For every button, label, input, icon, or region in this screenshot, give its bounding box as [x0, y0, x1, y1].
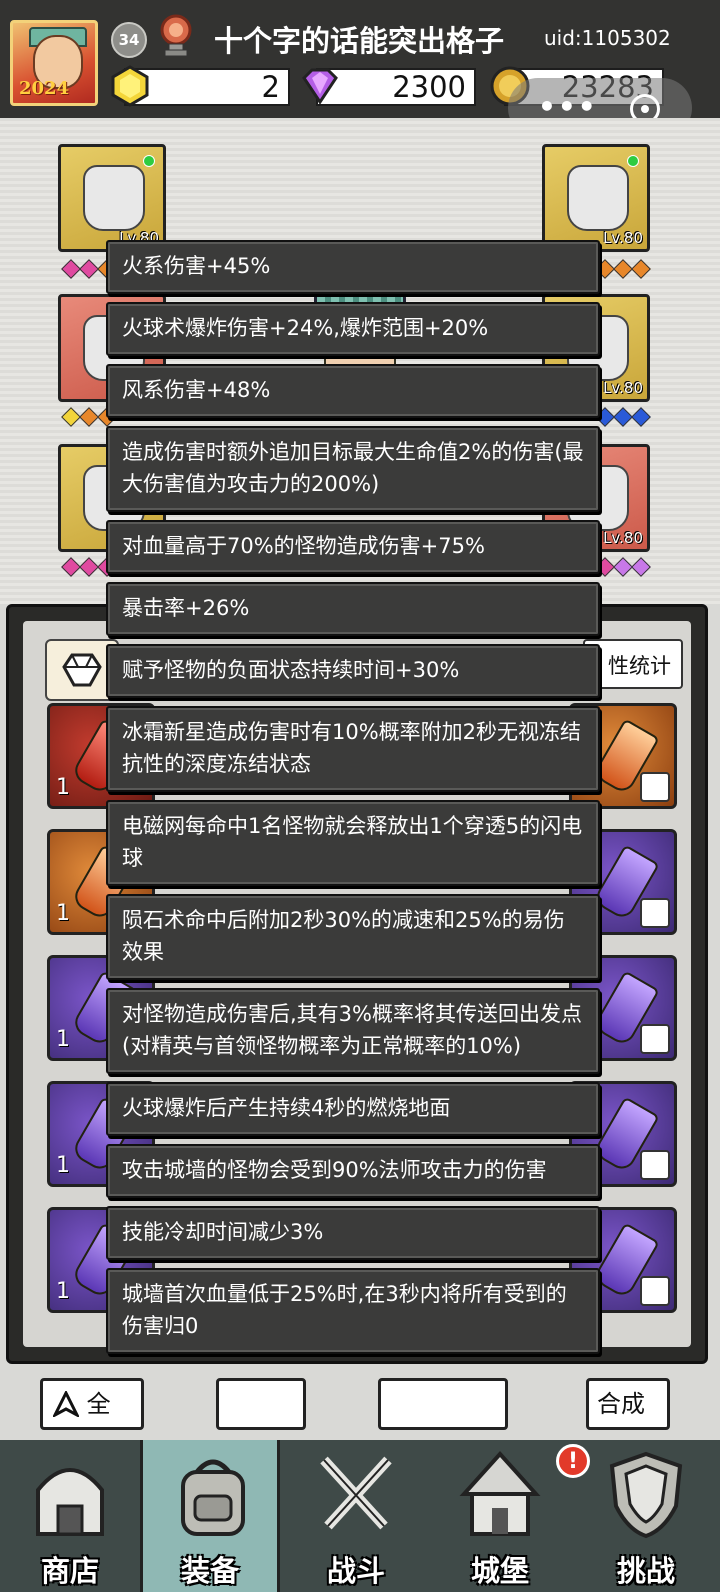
gem-count: 1: [56, 901, 70, 926]
gem-socket: [613, 407, 633, 427]
effect-line: 火球术爆炸伤害+24%,爆炸范围+20%: [106, 302, 600, 356]
select-all-label: 全: [86, 1390, 111, 1418]
ring-type-icon: [640, 898, 670, 928]
gem-socket: [61, 407, 81, 427]
effect-line: 陨石术命中后附加2秒30%的减速和25%的易伤效果: [106, 894, 600, 980]
gem-count: 1: [56, 775, 70, 800]
nav-castle[interactable]: 城堡: [430, 1440, 570, 1592]
nav-challenge[interactable]: 挑战: [576, 1440, 716, 1592]
yellow-gem-icon: [111, 65, 149, 107]
weapon-gem-sockets: [595, 259, 651, 279]
player-name: 十个字的话能突出格子: [214, 24, 505, 58]
nav-challenge-label: 挑战: [616, 1554, 675, 1588]
scarf-icon: [567, 165, 629, 231]
necklace-type-icon: [640, 1276, 670, 1306]
gem-socket: [631, 407, 651, 427]
gem-socket: [631, 259, 651, 279]
effect-line: 赋予怪物的负面状态持续时间+30%: [106, 644, 600, 698]
effect-line: 技能冷却时间减少3%: [106, 1206, 600, 1260]
nav-shop-label: 商店: [40, 1554, 99, 1588]
filter-button[interactable]: [216, 1378, 306, 1430]
nav-shop[interactable]: 商店: [0, 1440, 140, 1592]
effect-line: 对怪物造成伤害后,其有3%概率将其传送回出发点(对精英与首领怪物概率为正常概率的…: [106, 988, 600, 1074]
gem-socket: [79, 407, 99, 427]
gem-socket: [61, 557, 81, 577]
armor-type-icon: [640, 772, 670, 802]
boots-type-icon: [640, 1024, 670, 1054]
nav-equipment[interactable]: 装备: [140, 1440, 280, 1592]
rank-trophy-icon[interactable]: [155, 14, 197, 58]
equip-slot-weapon[interactable]: Lv.80: [542, 144, 650, 252]
ring-type-icon: [640, 1150, 670, 1180]
gem-socket: [613, 259, 633, 279]
equip-slot-helmet[interactable]: Lv.80: [58, 144, 166, 252]
effect-line: 对血量高于70%的怪物造成伤害+75%: [106, 520, 600, 574]
effect-line: 火球爆炸后产生持续4秒的燃烧地面: [106, 1082, 600, 1136]
sort-button[interactable]: [378, 1378, 508, 1430]
crossed-swords-icon: [320, 1456, 392, 1530]
gem-socket: [631, 557, 651, 577]
helmet-icon: [83, 165, 145, 231]
nav-equipment-label: 装备: [180, 1554, 239, 1588]
necklace-gem-sockets: [595, 557, 651, 577]
slot-level: Lv.80: [603, 229, 643, 247]
effect-line: 暴击率+26%: [106, 582, 600, 636]
select-all-button[interactable]: 全: [40, 1378, 144, 1430]
player-avatar[interactable]: 2024: [10, 20, 98, 106]
gem-count: 1: [56, 1279, 70, 1304]
effect-line: 风系伤害+48%: [106, 364, 600, 418]
gem-socket: [61, 259, 81, 279]
ring-gem-sockets: [595, 407, 651, 427]
gem-count: 1: [56, 1153, 70, 1178]
gem-count: 1: [56, 1027, 70, 1052]
gem-socket: [613, 557, 633, 577]
backpack-icon: [181, 1459, 245, 1536]
effect-line: 火系伤害+45%: [106, 240, 600, 294]
effect-line: 冰霜新星造成伤害时有10%概率附加2秒无视冻结抗性的深度冻结状态: [106, 706, 600, 792]
nav-battle-label: 战斗: [326, 1554, 385, 1588]
up-arrow-icon: [51, 1389, 81, 1419]
player-uid: uid:1105302: [544, 26, 671, 50]
castle-notification-badge: !: [556, 1444, 590, 1478]
castle-icon: [459, 1451, 541, 1536]
bottom-navigation: 商店 装备 战斗 城堡 挑战: [0, 1440, 720, 1592]
nav-castle-label: 城堡: [470, 1554, 529, 1588]
status-dot: [143, 155, 155, 167]
effect-line: 电磁网每命中1名怪物就会释放出1个穿透5的闪电球: [106, 800, 600, 886]
gem-effects-tooltip: 火系伤害+45% 火球术爆炸伤害+24%,爆炸范围+20% 风系伤害+48% 造…: [106, 240, 600, 1362]
slot-level: Lv.80: [603, 529, 643, 547]
shop-icon: [36, 1468, 104, 1536]
status-dot: [627, 155, 639, 167]
effect-line: 攻击城墙的怪物会受到90%法师攻击力的伤害: [106, 1144, 600, 1198]
purple-diamond-icon: [302, 68, 338, 105]
combine-button[interactable]: 合成: [586, 1378, 670, 1430]
slot-level: Lv.80: [603, 379, 643, 397]
combine-label: 合成: [597, 1390, 645, 1418]
effect-line: 城墙首次血量低于25%时,在3秒内将所有受到的伤害归0: [106, 1268, 600, 1354]
effect-line: 造成伤害时额外追加目标最大生命值2%的伤害(最大伤害值为攻击力的200%): [106, 426, 600, 512]
nav-battle[interactable]: 战斗: [286, 1440, 426, 1592]
shield-icon: [609, 1451, 683, 1539]
avatar-year-label: 2024: [19, 78, 70, 99]
player-level-badge: 34: [111, 22, 147, 58]
gem-socket: [79, 557, 99, 577]
gem-socket: [79, 259, 99, 279]
gem-outline-icon: [62, 653, 102, 687]
